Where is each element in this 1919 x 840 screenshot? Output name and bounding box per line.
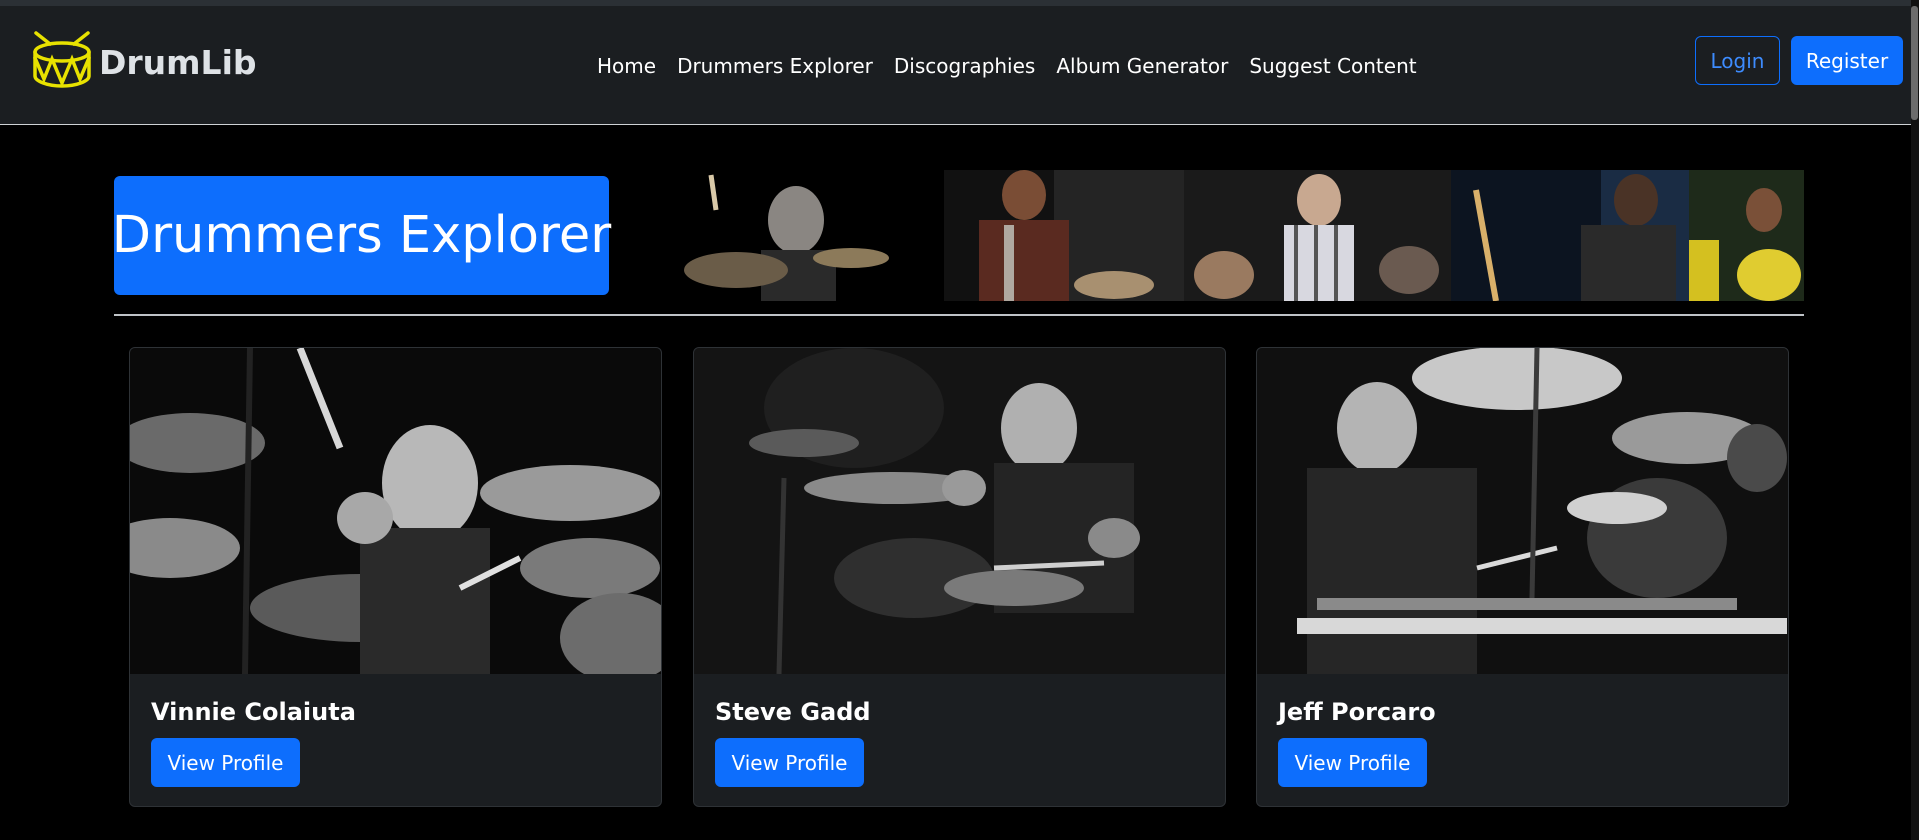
drummers-banner [641,170,1804,301]
drummer-photo-icon [130,348,661,674]
brand-name: DrumLib [99,42,257,82]
banner-photo-3 [1184,170,1451,301]
register-button[interactable]: Register [1791,36,1903,85]
nav-discographies[interactable]: Discographies [894,54,1035,78]
hero-title-box: Drummers Explorer [111,176,612,295]
banner-photo-1 [641,170,906,301]
divider [114,314,1804,316]
drummer-name: Jeff Porcaro [1278,698,1436,726]
banner-photo-5 [1689,170,1804,301]
nav-home[interactable]: Home [597,54,656,78]
drummer-photo-icon [694,348,1225,674]
drummer-photo-icon [1257,348,1788,674]
drummer-card: Steve Gadd View Profile [693,347,1226,807]
main-nav: Home Drummers Explorer Discographies Alb… [597,6,1438,125]
nav-drummers-explorer[interactable]: Drummers Explorer [677,54,873,78]
view-profile-button[interactable]: View Profile [715,738,864,787]
view-profile-button[interactable]: View Profile [151,738,300,787]
banner-photo-4 [1451,170,1689,301]
drummer-name: Steve Gadd [715,698,871,726]
nav-album-generator[interactable]: Album Generator [1056,54,1228,78]
scrollbar-thumb[interactable] [1911,6,1918,120]
drummer-card: Vinnie Colaiuta View Profile [129,347,662,807]
login-button[interactable]: Login [1695,36,1780,85]
view-profile-button[interactable]: View Profile [1278,738,1427,787]
page-title: Drummers Explorer [111,206,612,265]
navbar: DrumLib Home Drummers Explorer Discograp… [0,6,1919,125]
drummer-name: Vinnie Colaiuta [151,698,356,726]
scrollbar-track[interactable] [1911,0,1919,840]
drummer-card: Jeff Porcaro View Profile [1256,347,1789,807]
brand[interactable]: DrumLib [30,30,257,94]
drum-icon [33,31,91,88]
banner-photo-2 [944,170,1184,301]
nav-suggest-content[interactable]: Suggest Content [1249,54,1416,78]
